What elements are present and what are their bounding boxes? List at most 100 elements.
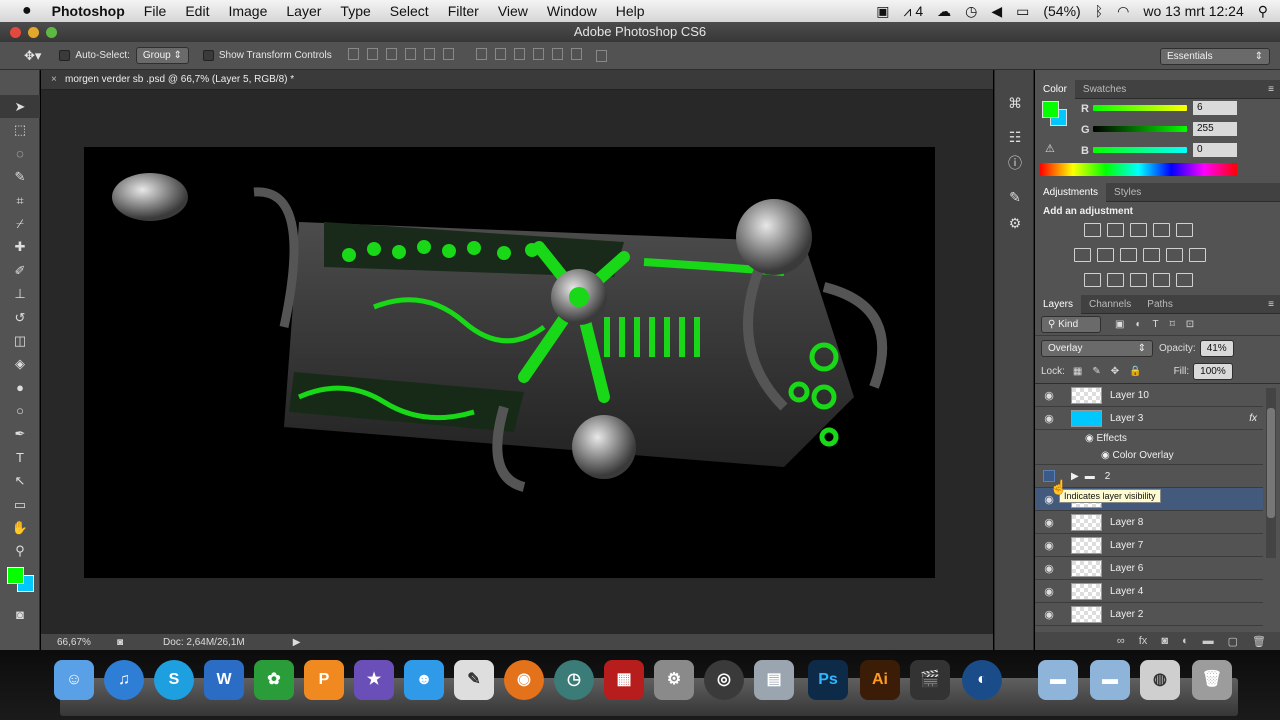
r-slider[interactable] [1093, 105, 1187, 111]
g-value[interactable]: 255 [1193, 122, 1237, 136]
messenger-dock-icon[interactable]: ☻ [404, 660, 444, 700]
lock-icons[interactable]: ▦✎✥🔒 [1073, 366, 1152, 377]
path-select-tool-icon[interactable]: ↖ [0, 469, 40, 492]
expand-triangle-icon[interactable]: ▶ [1071, 471, 1079, 482]
b-slider[interactable] [1093, 147, 1187, 153]
tab-paths[interactable]: Paths [1139, 295, 1181, 314]
gradient-map-icon[interactable] [1153, 273, 1170, 287]
preview-dock-icon[interactable]: ▤ [754, 660, 794, 700]
curves-icon[interactable] [1130, 223, 1147, 237]
visibility-eye-icon[interactable]: ◉ [1035, 539, 1063, 552]
levels-icon[interactable] [1107, 223, 1124, 237]
selective-color-icon[interactable] [1176, 273, 1193, 287]
status-menu-icon[interactable]: ◙ [117, 637, 123, 648]
canvas-artwork[interactable] [84, 147, 935, 578]
time-machine-icon[interactable]: ◷ [965, 3, 977, 20]
r-value[interactable]: 6 [1193, 101, 1237, 115]
delete-layer-icon[interactable]: 🗑 [1252, 635, 1266, 648]
layer-row[interactable]: ◉ Layer 2 [1035, 603, 1263, 626]
move-tool-preset-icon[interactable]: ✥▾ [24, 48, 41, 64]
menu-image[interactable]: Image [228, 3, 267, 19]
channel-mixer-icon[interactable] [1166, 248, 1183, 262]
new-adjustment-icon[interactable]: ◐ [1182, 635, 1189, 647]
visibility-eye-icon[interactable]: ◉ [1035, 585, 1063, 598]
invert-icon[interactable] [1084, 273, 1101, 287]
wiki-dock-icon[interactable]: ✿ [254, 660, 294, 700]
minimize-window-button[interactable] [28, 27, 39, 38]
show-transform-checkbox[interactable] [202, 50, 214, 61]
history-panel-icon[interactable]: ⌘ [995, 90, 1035, 116]
cinema4d-dock-icon[interactable]: ◐ [962, 660, 1002, 700]
auto-select-dropdown[interactable]: Group ⇕ [135, 47, 189, 64]
link-layers-icon[interactable]: ∞ [1117, 635, 1125, 647]
effect-row[interactable]: ◉ Color Overlay [1035, 447, 1263, 465]
align-bottom-icon[interactable] [385, 48, 397, 60]
hue-saturation-icon[interactable] [1074, 248, 1091, 262]
zoom-tool-icon[interactable]: ⚲ [0, 539, 40, 562]
vibrance-icon[interactable] [1176, 223, 1193, 237]
close-document-icon[interactable]: × [51, 70, 57, 90]
pages-dock-icon[interactable]: P [304, 660, 344, 700]
healing-brush-tool-icon[interactable]: ✚ [0, 235, 40, 258]
creative-cloud-icon[interactable]: ☁ [937, 3, 951, 20]
layer-row[interactable]: ◉ Layer 10 [1035, 384, 1263, 407]
panel-menu-icon[interactable]: ≡ [1268, 84, 1274, 95]
clone-stamp-tool-icon[interactable]: ⊥ [0, 282, 40, 305]
dropbox-status[interactable]: ⩘ 4 [904, 3, 924, 20]
dodge-tool-icon[interactable]: ○ [0, 399, 40, 422]
paint-bucket-tool-icon[interactable]: ◈ [0, 352, 40, 375]
tab-swatches[interactable]: Swatches [1075, 80, 1134, 99]
status-arrow-icon[interactable]: ▶ [293, 637, 301, 648]
layer-row[interactable]: ◉ Layer 7 [1035, 534, 1263, 557]
menu-layer[interactable]: Layer [286, 3, 321, 19]
distribute-vcenter-icon[interactable] [494, 48, 506, 60]
app-menu[interactable]: Photoshop [52, 3, 125, 19]
close-window-button[interactable] [10, 27, 21, 38]
battery-icon[interactable]: ▭ [1016, 3, 1029, 20]
bluetooth-icon[interactable]: ᛒ [1095, 3, 1103, 19]
brush-panel-icon[interactable]: ⚙ [995, 210, 1035, 236]
visibility-eye-icon[interactable]: ◉ [1035, 516, 1063, 529]
apple-menu-icon[interactable]: ● [22, 2, 32, 20]
layers-scrollbar[interactable] [1266, 388, 1276, 558]
layer-row[interactable]: ◉ Layer 3 fx [1035, 407, 1263, 430]
visibility-eye-icon[interactable]: ◉ [1035, 389, 1063, 402]
g-slider[interactable] [1093, 126, 1187, 132]
align-left-icon[interactable] [404, 48, 416, 60]
photo-filter-icon[interactable] [1143, 248, 1160, 262]
layer-filter-dropdown[interactable]: ⚲ Kind [1041, 316, 1101, 333]
imovie-dock-icon[interactable]: ★ [354, 660, 394, 700]
color-fg-swatch[interactable] [1042, 101, 1059, 118]
tab-adjustments[interactable]: Adjustments [1035, 182, 1107, 202]
effect-eye-icon[interactable]: ◉ [1101, 450, 1110, 461]
distribute-hcenter-icon[interactable] [551, 48, 563, 60]
align-right-icon[interactable] [442, 48, 454, 60]
menu-filter[interactable]: Filter [448, 3, 479, 19]
tab-color[interactable]: Color [1035, 79, 1075, 99]
tab-channels[interactable]: Channels [1081, 295, 1139, 314]
menu-file[interactable]: File [144, 3, 167, 19]
menu-select[interactable]: Select [390, 3, 429, 19]
distribute-left-icon[interactable] [532, 48, 544, 60]
menu-help[interactable]: Help [616, 3, 645, 19]
visibility-eye-icon[interactable]: ◉ [1035, 412, 1063, 425]
layer-row[interactable]: ◉ Layer 4 [1035, 580, 1263, 603]
marquee-tool-icon[interactable]: ⬚ [0, 118, 40, 141]
trash-dock-icon[interactable]: 🗑 [1192, 660, 1232, 700]
fx-icon[interactable]: fx [1139, 635, 1148, 647]
zoom-window-button[interactable] [46, 27, 57, 38]
tab-layers[interactable]: Layers [1035, 294, 1082, 314]
foreground-color-swatch[interactable] [7, 566, 24, 584]
menu-edit[interactable]: Edit [185, 3, 209, 19]
properties-panel-icon[interactable]: ☷ [995, 124, 1035, 150]
color-lookup-icon[interactable] [1189, 248, 1206, 262]
auto-select-checkbox[interactable] [59, 50, 71, 61]
auto-align-icon[interactable] [595, 49, 607, 62]
exposure-icon[interactable] [1153, 223, 1170, 237]
posterize-icon[interactable] [1107, 273, 1124, 287]
out-of-gamut-icon[interactable]: ⚠ [1045, 142, 1055, 155]
distribute-bottom-icon[interactable] [513, 48, 525, 60]
new-layer-icon[interactable]: ▢ [1228, 635, 1238, 648]
time-machine-dock-icon[interactable]: ◷ [554, 660, 594, 700]
word-dock-icon[interactable]: W [204, 660, 244, 700]
